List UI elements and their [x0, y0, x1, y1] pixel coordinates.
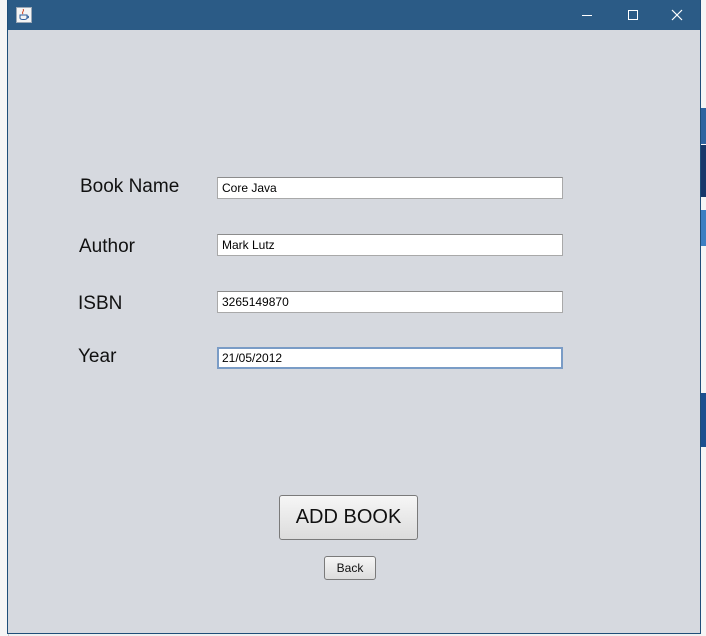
isbn-input[interactable]: [217, 291, 563, 313]
year-label: Year: [78, 346, 117, 367]
book-name-label: Book Name: [80, 176, 180, 197]
isbn-label: ISBN: [78, 293, 123, 314]
maximize-icon: [628, 10, 638, 20]
author-input[interactable]: [217, 234, 563, 256]
book-name-input[interactable]: [217, 177, 563, 199]
add-book-button[interactable]: ADD BOOK: [279, 495, 418, 540]
minimize-icon: [582, 15, 592, 16]
author-label: Author: [79, 236, 135, 257]
add-book-window: Book Name Author ISBN Year ADD BOOK Back: [7, 0, 701, 634]
form-panel: Book Name Author ISBN Year ADD BOOK Back: [8, 30, 700, 634]
maximize-button[interactable]: [610, 0, 656, 30]
java-cup-icon: [16, 7, 32, 23]
minimize-button[interactable]: [564, 0, 610, 30]
desktop: Book Name Author ISBN Year ADD BOOK Back: [0, 0, 706, 636]
title-bar[interactable]: [8, 0, 700, 30]
close-button[interactable]: [654, 0, 700, 30]
close-icon: [671, 9, 683, 21]
back-button[interactable]: Back: [324, 556, 376, 580]
year-input[interactable]: [217, 347, 563, 369]
